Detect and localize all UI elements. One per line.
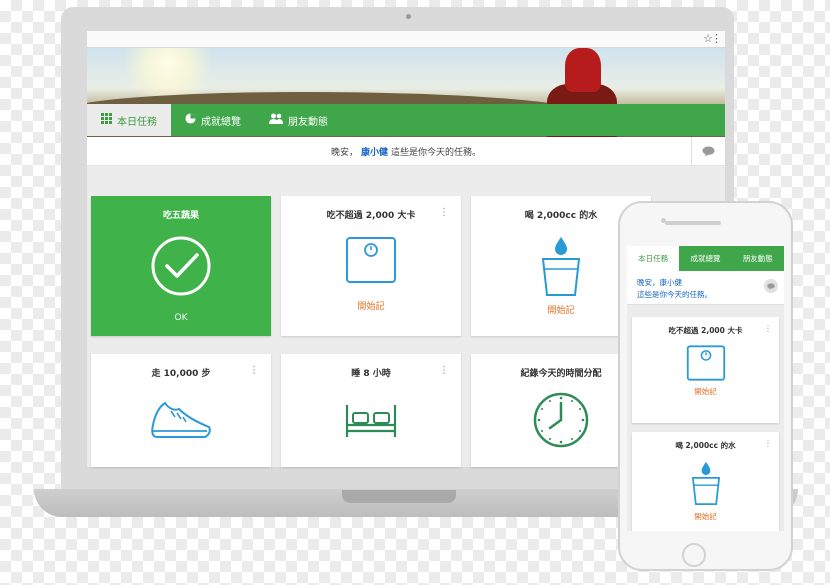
phone-greeting-line1: 晚安，康小健 [637, 278, 682, 287]
greeting-prefix: 晚安， [330, 147, 358, 158]
phone-tab-friends-activity[interactable]: 朋友動態 [732, 246, 784, 271]
phone-task-card-water[interactable]: 喝 2,000cc 的水 ⋮ 開始記 [632, 432, 779, 531]
tab-achievements[interactable]: 成就總覽 [171, 104, 255, 136]
more-options-icon[interactable]: ⋮ [764, 324, 772, 333]
sneaker-icon [91, 395, 271, 443]
phone-task-title: 吃不超過 2,000 大卡 [668, 326, 743, 335]
more-options-icon[interactable]: ⋮ [439, 207, 449, 218]
more-options-icon[interactable]: ⋮ [764, 439, 772, 448]
people-icon [269, 113, 283, 127]
greeting-suffix: 這些是你今天的任務。 [391, 147, 482, 158]
chat-button[interactable] [691, 137, 725, 166]
main-tab-bar: 本日任務 成就總覽 朋友動態 [87, 104, 725, 136]
water-glass-icon [632, 459, 779, 507]
pie-chart-icon [185, 113, 196, 127]
phone-greeting: 晚安，康小健 這些是你今天的任務。 [627, 271, 784, 305]
browser-toolbar: ☆ ⋮ [87, 31, 725, 48]
task-card-calories[interactable]: 吃不超過 2,000 大卡 ⋮ 開始記 [281, 196, 461, 336]
laptop-camera [406, 14, 411, 19]
grid-icon [101, 113, 112, 127]
phone-tab-achievements[interactable]: 成就總覽 [679, 246, 731, 271]
tab-label: 成就總覽 [201, 116, 241, 128]
bed-icon [281, 403, 461, 439]
task-card-steps[interactable]: 走 10,000 步 ⋮ [91, 354, 271, 467]
phone-tab-bar: 本日任務 成就總覽 朋友動態 [627, 246, 784, 271]
hero-hiker-hood [565, 48, 601, 92]
scale-icon [632, 344, 779, 382]
hero-banner: 本日任務 成就總覽 朋友動態 [87, 48, 725, 137]
task-title: 吃不超過 2,000 大卡 [326, 211, 416, 221]
phone-start-logging-button[interactable]: 開始記 [632, 511, 779, 522]
phone-frame: 本日任務 成就總覽 朋友動態 晚安，康小健 這些是你今天的任務。 吃不超過 2,… [618, 201, 793, 571]
task-card-sleep[interactable]: 睡 8 小時 ⋮ [281, 354, 461, 467]
chat-bubble-icon [702, 146, 715, 157]
tab-label: 本日任務 [117, 116, 157, 128]
phone-tab-today-tasks[interactable]: 本日任務 [627, 246, 680, 271]
greeting-bar: 晚安， 康小健 這些是你今天的任務。 [87, 137, 725, 166]
chat-bubble-icon [767, 282, 775, 290]
task-card-eat-five-veggies[interactable]: 吃五蔬果 OK [91, 196, 271, 336]
task-ok-label[interactable]: OK [91, 313, 271, 323]
laptop-base-notch [342, 490, 456, 503]
tab-label: 朋友動態 [288, 116, 328, 128]
phone-greeting-line2: 這些是你今天的任務。 [637, 290, 712, 299]
start-logging-button[interactable]: 開始記 [281, 299, 461, 312]
browser-menu-icon[interactable]: ⋮ [711, 32, 722, 45]
phone-speaker [665, 221, 721, 225]
phone-task-card-calories[interactable]: 吃不超過 2,000 大卡 ⋮ 開始記 [632, 317, 779, 423]
task-title: 走 10,000 步 [151, 369, 211, 379]
task-title: 吃五蔬果 [162, 211, 199, 221]
phone-screen: 本日任務 成就總覽 朋友動態 晚安，康小健 這些是你今天的任務。 吃不超過 2,… [627, 246, 784, 531]
checkmark-circle-icon [91, 235, 271, 297]
tab-friends-activity[interactable]: 朋友動態 [255, 104, 342, 136]
phone-task-title: 喝 2,000cc 的水 [675, 441, 736, 450]
tab-today-tasks[interactable]: 本日任務 [87, 104, 171, 136]
task-title: 睡 8 小時 [351, 369, 391, 379]
phone-home-button[interactable] [682, 543, 706, 567]
phone-chat-button[interactable] [764, 279, 778, 293]
more-options-icon[interactable]: ⋮ [249, 365, 259, 376]
phone-start-logging-button[interactable]: 開始記 [632, 386, 779, 397]
user-name-link[interactable]: 康小健 [361, 145, 388, 158]
scale-icon [281, 235, 461, 285]
more-options-icon[interactable]: ⋮ [439, 365, 449, 376]
